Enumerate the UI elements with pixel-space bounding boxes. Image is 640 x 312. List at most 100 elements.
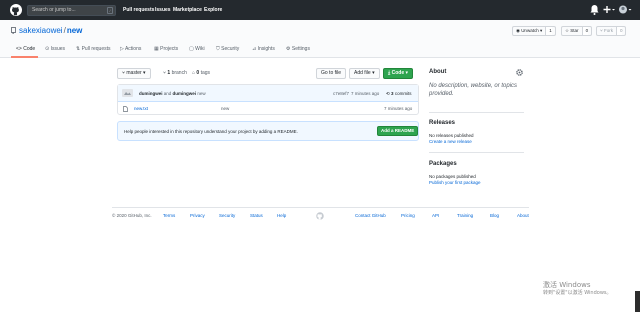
branches-link[interactable]: ⑂ 1 branch — [163, 70, 187, 76]
footer-link-status[interactable]: Status — [250, 213, 263, 218]
nav-marketplace[interactable]: Marketplace — [173, 7, 202, 13]
file-commit-time: 7 minutes ago — [384, 106, 413, 111]
repo-owner-link[interactable]: sakexiaowei — [19, 26, 63, 35]
windows-activation-subtitle: 转到"设置"以激活 Windows。 — [543, 290, 612, 296]
file-name-link[interactable]: new.txt — [134, 106, 148, 111]
about-description: No description, website, or topics provi… — [429, 83, 518, 97]
latest-commit-row: dumingwei and dumingwei new c7e8ef7 7 mi… — [118, 85, 418, 102]
commit-message-link[interactable]: new — [197, 91, 205, 96]
readme-prompt: Help people interested in this repositor… — [117, 121, 419, 141]
fork-label: Fork — [603, 28, 613, 33]
add-file-label: Add file — [354, 70, 371, 76]
tab-security[interactable]: ⛉ Security — [216, 46, 239, 52]
tab-pull-requests[interactable]: ⇅ Pull requests — [76, 46, 111, 52]
tag-word: tags — [200, 70, 211, 76]
author-avatar[interactable] — [122, 89, 133, 97]
tab-issues-label: Issues — [50, 46, 66, 52]
commit-count: 3 — [391, 91, 394, 96]
star-label: Star — [570, 28, 579, 33]
plus-dropdown-icon[interactable] — [603, 4, 616, 15]
tab-code[interactable]: <> Code — [16, 46, 35, 52]
commit-coauthor-link[interactable]: dumingwei — [173, 91, 197, 96]
footer-link-terms[interactable]: Terms — [163, 213, 175, 218]
global-header: Search or jump to... / Pull requests Iss… — [0, 0, 640, 20]
footer-copyright: © 2020 GitHub, Inc. — [112, 213, 152, 218]
footer-link-contact[interactable]: Contact GitHub — [355, 213, 386, 218]
commit-count-word: commits — [394, 91, 412, 96]
tab-projects[interactable]: ▦ Projects — [154, 46, 178, 52]
create-release-link[interactable]: Create a new release — [429, 139, 472, 144]
footer-link-training[interactable]: Training — [457, 213, 473, 218]
gear-icon[interactable] — [516, 69, 523, 76]
about-heading: About — [429, 69, 447, 75]
nav-pull-requests[interactable]: Pull requests — [123, 7, 154, 13]
github-logo-icon[interactable] — [10, 4, 22, 16]
commit-sha-link[interactable]: c7e8ef7 — [333, 91, 349, 96]
branch-name: master — [126, 70, 142, 76]
tab-settings[interactable]: ⚙ Settings — [286, 46, 310, 52]
tab-wiki[interactable]: ▢ Wiki — [189, 46, 205, 52]
watch-label: Unwatch — [521, 28, 539, 33]
tab-actions[interactable]: ▷ Actions — [120, 46, 141, 52]
file-browser: dumingwei and dumingwei new c7e8ef7 7 mi… — [117, 84, 419, 115]
tags-link[interactable]: ⌂ 0 tags — [192, 70, 210, 76]
packages-heading: Packages — [429, 161, 457, 167]
tab-insights-label: Insights — [257, 46, 275, 52]
footer-link-security[interactable]: Security — [219, 213, 235, 218]
repo-icon — [11, 27, 16, 34]
watch-button[interactable]: ◉ Unwatch ▾ 1 — [512, 26, 556, 36]
commit-and: and — [163, 91, 172, 96]
commit-time: 7 minutes ago — [351, 91, 380, 96]
star-count: 0 — [581, 27, 589, 35]
bell-icon[interactable] — [590, 4, 599, 15]
active-tab-indicator — [11, 56, 38, 58]
file-commit-message-link[interactable]: new — [221, 106, 229, 111]
branch-count: 1 — [167, 70, 171, 76]
divider — [429, 152, 524, 153]
fork-count: 0 — [615, 27, 623, 35]
tab-actions-label: Actions — [124, 46, 142, 52]
releases-heading: Releases — [429, 120, 456, 126]
search-input[interactable]: Search or jump to... / — [27, 5, 116, 16]
tab-issues[interactable]: ⊙ Issues — [45, 46, 65, 52]
nav-explore[interactable]: Explore — [204, 7, 222, 13]
github-mark-icon[interactable] — [316, 212, 324, 220]
go-to-file-button[interactable]: Go to file — [316, 68, 347, 79]
tab-security-label: Security — [221, 46, 240, 52]
nav-issues[interactable]: Issues — [155, 7, 171, 13]
footer-link-about[interactable]: About — [517, 213, 529, 218]
publish-package-link[interactable]: Publish your first package — [429, 180, 481, 185]
code-download-button[interactable]: ⤓ Code ▾ — [383, 68, 414, 79]
commit-author-link[interactable]: dumingwei — [139, 91, 163, 96]
repo-title-separator: / — [63, 26, 66, 35]
repo-title: sakexiaowei/new — [19, 26, 82, 35]
commits-count-link[interactable]: ⟲ 3 commits — [386, 91, 412, 97]
footer-divider — [112, 207, 529, 208]
search-placeholder: Search or jump to... — [32, 7, 76, 13]
search-shortcut-hint: / — [107, 7, 113, 14]
packages-empty-text: No packages published — [429, 174, 476, 179]
tab-settings-label: Settings — [291, 46, 310, 52]
code-button-label: Code — [391, 70, 405, 76]
add-readme-button[interactable]: Add a README — [377, 126, 419, 136]
releases-empty-text: No releases published — [429, 133, 474, 138]
readme-prompt-text: Help people interested in this repositor… — [124, 129, 298, 134]
fork-button[interactable]: ⑂ Fork 0 — [596, 26, 627, 36]
scrollbar[interactable] — [635, 291, 640, 312]
branch-select-button[interactable]: ⑂ master ▾ — [117, 68, 151, 79]
add-file-button[interactable]: Add file ▾ — [349, 68, 380, 79]
tab-code-label: Code — [23, 46, 36, 52]
footer-link-pricing[interactable]: Pricing — [401, 213, 415, 218]
file-row: new.txt new 7 minutes ago — [118, 103, 418, 115]
commit-authors: dumingwei and dumingwei new — [139, 91, 206, 96]
footer-link-api[interactable]: API — [432, 213, 439, 218]
tab-projects-label: Projects — [160, 46, 179, 52]
footer-link-privacy[interactable]: Privacy — [190, 213, 205, 218]
branch-word: branch — [171, 70, 187, 76]
footer-link-blog[interactable]: Blog — [490, 213, 499, 218]
tab-insights[interactable]: ⊿ Insights — [252, 46, 275, 52]
repo-name-link[interactable]: new — [67, 26, 83, 35]
avatar[interactable] — [618, 4, 632, 15]
star-button[interactable]: ☆ Star 0 — [561, 26, 593, 36]
footer-link-help[interactable]: Help — [277, 213, 286, 218]
